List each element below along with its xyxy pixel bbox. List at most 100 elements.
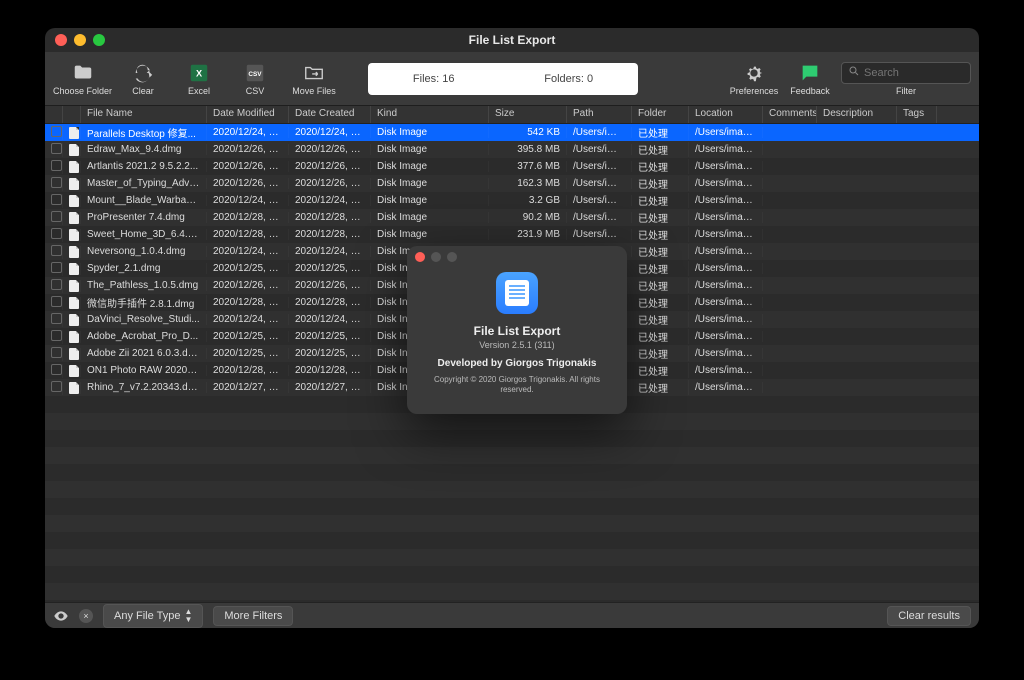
column-header[interactable]: Date Modified [207, 106, 289, 123]
close-icon[interactable] [415, 252, 425, 262]
eye-icon[interactable] [53, 608, 69, 624]
column-header[interactable]: Description [817, 106, 897, 123]
column-header[interactable]: Size [489, 106, 567, 123]
feedback-button[interactable]: Feedback [785, 62, 835, 96]
clear-label: Clear [132, 86, 154, 96]
column-header[interactable]: Location [689, 106, 763, 123]
cell-modified: 2020/12/28, 0... [207, 212, 289, 223]
row-checkbox[interactable] [51, 245, 62, 256]
excel-button[interactable]: X Excel [174, 62, 224, 96]
cell-created: 2020/12/24, 14... [289, 127, 371, 138]
gear-icon [742, 62, 766, 84]
cell-created: 2020/12/26, 21... [289, 161, 371, 172]
zoom-icon[interactable] [93, 34, 105, 46]
cell-modified: 2020/12/25, 22... [207, 331, 289, 342]
search-field[interactable] [864, 67, 979, 79]
row-checkbox[interactable] [51, 194, 62, 205]
cell-path: /Users/imac... [567, 144, 632, 155]
table-row-empty [45, 549, 979, 566]
cell-modified: 2020/12/25, 22... [207, 263, 289, 274]
cell-filename: Adobe Zii 2021 6.0.3.dmg [81, 348, 207, 359]
row-checkbox[interactable] [51, 126, 62, 137]
preferences-button[interactable]: Preferences [729, 62, 779, 96]
table-row[interactable]: ProPresenter 7.4.dmg2020/12/28, 0...2020… [45, 209, 979, 226]
row-checkbox[interactable] [51, 347, 62, 358]
cell-created: 2020/12/25, 22... [289, 331, 371, 342]
row-checkbox[interactable] [51, 228, 62, 239]
cell-folder: 已处理 [632, 329, 689, 344]
column-header[interactable]: Tags [897, 106, 937, 123]
table-row-empty [45, 515, 979, 532]
row-checkbox[interactable] [51, 177, 62, 188]
cell-folder: 已处理 [632, 125, 689, 140]
row-checkbox[interactable] [51, 381, 62, 392]
minimize-icon[interactable] [74, 34, 86, 46]
column-header[interactable]: Date Created [289, 106, 371, 123]
cell-location: /Users/imac... [689, 314, 763, 325]
file-icon [69, 365, 79, 377]
table-row[interactable]: Master_of_Typing_Adva...2020/12/26, 21..… [45, 175, 979, 192]
folder-icon [71, 62, 95, 84]
about-copyright: Copyright © 2020 Giorgos Trigonakis. All… [421, 375, 613, 396]
table-row-empty [45, 430, 979, 447]
file-icon [69, 178, 79, 190]
cell-kind: Disk Image [371, 144, 489, 155]
column-header[interactable]: Path [567, 106, 632, 123]
cell-filename: Rhino_7_v7.2.20343.dmg [81, 382, 207, 393]
column-header[interactable]: File Name [81, 106, 207, 123]
file-icon [69, 348, 79, 360]
column-header[interactable]: Kind [371, 106, 489, 123]
table-header[interactable]: File NameDate ModifiedDate CreatedKindSi… [45, 106, 979, 124]
cell-modified: 2020/12/25, 21... [207, 348, 289, 359]
cell-created: 2020/12/28, 10... [289, 297, 371, 308]
cell-modified: 2020/12/26, 21... [207, 161, 289, 172]
file-type-dropdown[interactable]: Any File Type ▲▼ [103, 604, 203, 628]
column-header[interactable] [45, 106, 63, 123]
cell-folder: 已处理 [632, 210, 689, 225]
row-checkbox[interactable] [51, 364, 62, 375]
cell-folder: 已处理 [632, 295, 689, 310]
move-files-button[interactable]: Move Files [286, 62, 342, 96]
clear-filter-icon[interactable]: × [79, 609, 93, 623]
row-checkbox[interactable] [51, 143, 62, 154]
row-checkbox[interactable] [51, 330, 62, 341]
close-icon[interactable] [55, 34, 67, 46]
cell-created: 2020/12/28, 09... [289, 229, 371, 240]
table-row[interactable]: Edraw_Max_9.4.dmg2020/12/26, 21...2020/1… [45, 141, 979, 158]
column-header[interactable]: Folder [632, 106, 689, 123]
cell-size: 377.6 MB [489, 161, 567, 172]
column-header[interactable]: Comments [763, 106, 817, 123]
excel-label: Excel [188, 86, 210, 96]
row-checkbox[interactable] [51, 211, 62, 222]
cell-filename: Artlantis 2021.2 9.5.2.2... [81, 161, 207, 172]
cell-location: /Users/imac... [689, 127, 763, 138]
row-checkbox[interactable] [51, 313, 62, 324]
table-row[interactable]: Mount__Blade_Warban...2020/12/24, 10...2… [45, 192, 979, 209]
cell-created: 2020/12/28, 09... [289, 212, 371, 223]
files-count: Files: 16 [413, 73, 455, 85]
table-row[interactable]: Parallels Desktop 修复...2020/12/24, 14...… [45, 124, 979, 141]
about-developer: Developed by Giorgos Trigonakis [438, 358, 597, 369]
row-checkbox[interactable] [51, 160, 62, 171]
column-header[interactable] [63, 106, 81, 123]
more-filters-button[interactable]: More Filters [213, 606, 293, 626]
clear-results-button[interactable]: Clear results [887, 606, 971, 626]
row-checkbox[interactable] [51, 262, 62, 273]
csv-icon: CSV [243, 62, 267, 84]
cell-location: /Users/imac... [689, 178, 763, 189]
row-checkbox[interactable] [51, 296, 62, 307]
csv-button[interactable]: CSV CSV [230, 62, 280, 96]
preferences-label: Preferences [730, 86, 779, 96]
clear-button[interactable]: Clear [118, 62, 168, 96]
cell-location: /Users/imac... [689, 263, 763, 274]
cell-folder: 已处理 [632, 346, 689, 361]
cell-filename: Sweet_Home_3D_6.4.3... [81, 229, 207, 240]
table-row[interactable]: Sweet_Home_3D_6.4.3...2020/12/28, 0...20… [45, 226, 979, 243]
row-checkbox[interactable] [51, 279, 62, 290]
file-icon [69, 314, 79, 326]
cell-modified: 2020/12/28, 0... [207, 229, 289, 240]
clear-results-label: Clear results [898, 610, 960, 622]
table-row[interactable]: Artlantis 2021.2 9.5.2.2...2020/12/26, 2… [45, 158, 979, 175]
choose-folder-button[interactable]: Choose Folder [53, 62, 112, 96]
search-input[interactable] [841, 62, 971, 84]
